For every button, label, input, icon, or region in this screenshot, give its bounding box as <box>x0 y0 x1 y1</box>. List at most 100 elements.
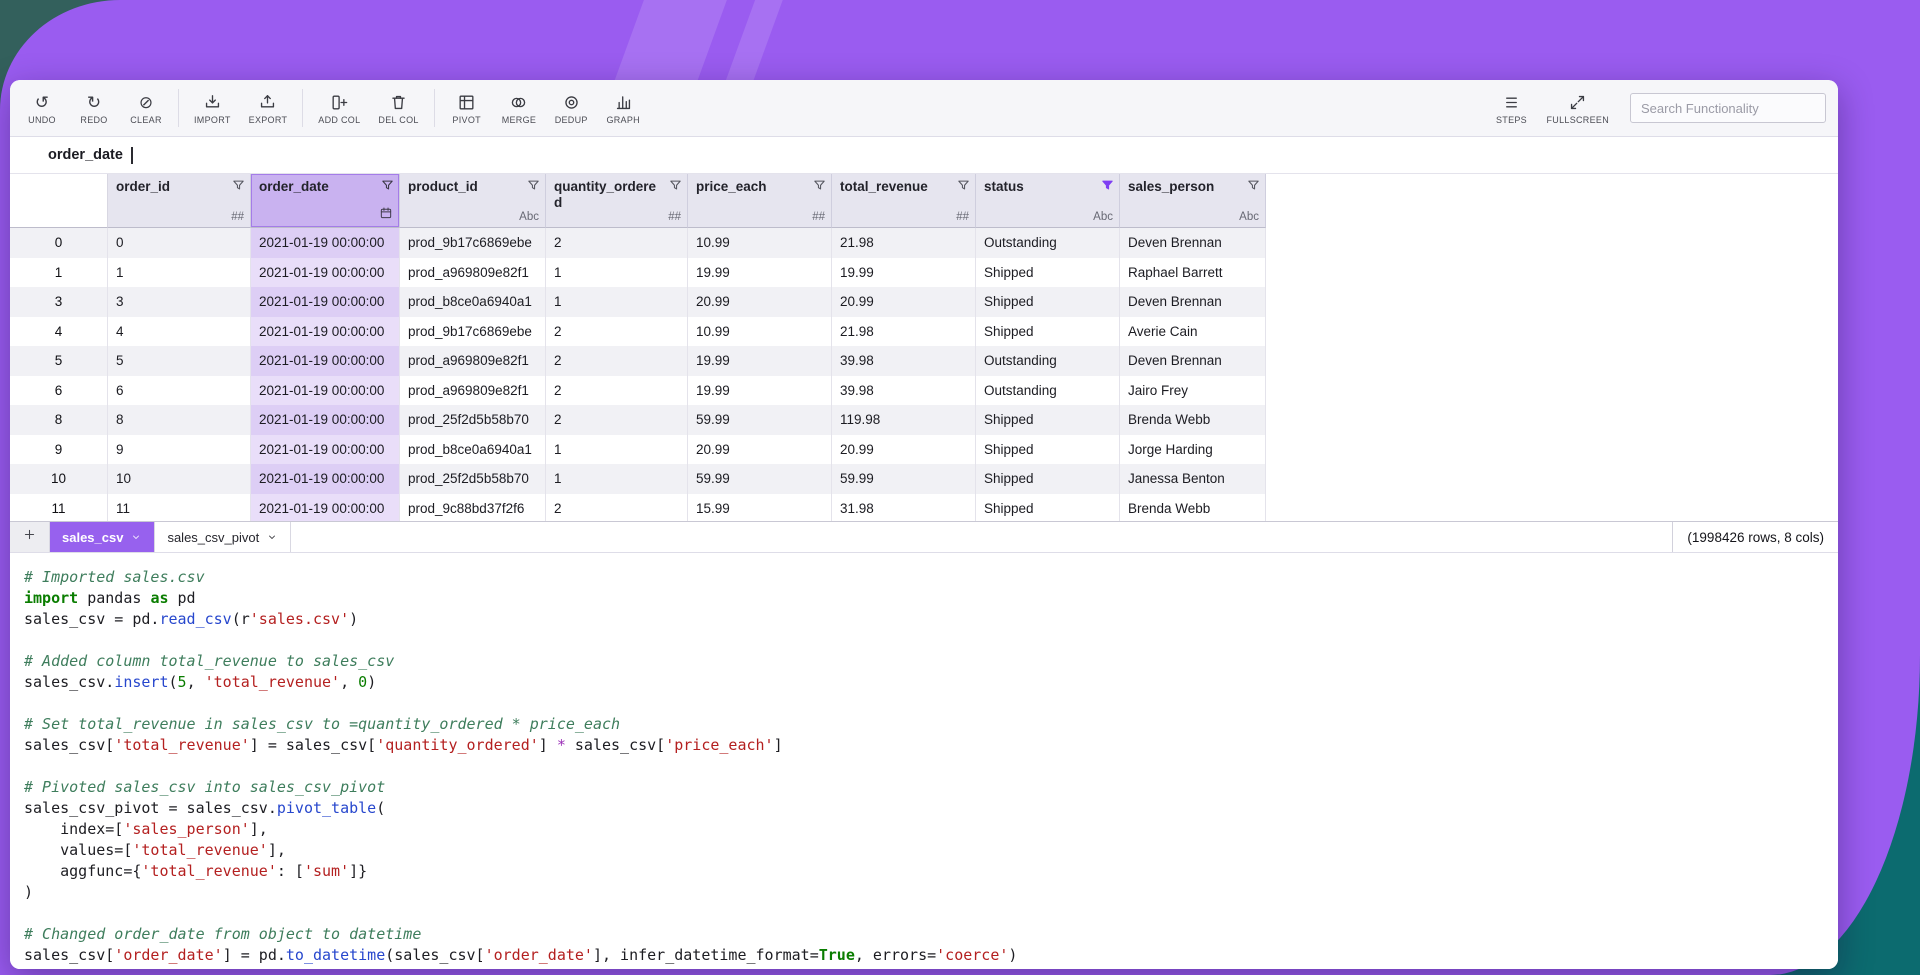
table-cell[interactable]: 9 <box>108 435 251 465</box>
table-cell[interactable]: 5 <box>108 346 251 376</box>
table-cell[interactable]: Shipped <box>976 287 1120 317</box>
column-header-total_revenue[interactable]: total_revenue## <box>832 174 976 228</box>
formula-bar[interactable]: order_date <box>10 137 1838 174</box>
table-cell[interactable]: 21.98 <box>832 317 976 347</box>
row-index[interactable]: 5 <box>10 346 108 376</box>
table-cell[interactable]: 21.98 <box>832 228 976 258</box>
table-cell[interactable]: prod_25f2d5b58b70 <box>400 464 546 494</box>
toolbar-button-import[interactable]: IMPORT <box>185 80 240 136</box>
table-cell[interactable]: Deven Brennan <box>1120 346 1266 376</box>
row-index[interactable]: 10 <box>10 464 108 494</box>
sheet-tab-sales_csv[interactable]: sales_csv <box>50 522 155 552</box>
toolbar-button-undo[interactable]: ↺UNDO <box>16 80 68 136</box>
table-cell[interactable]: Deven Brennan <box>1120 228 1266 258</box>
table-cell[interactable]: prod_9c88bd37f2f6 <box>400 494 546 522</box>
table-cell[interactable]: Jorge Harding <box>1120 435 1266 465</box>
toolbar-button-steps[interactable]: STEPS <box>1485 80 1537 136</box>
table-cell[interactable]: 2 <box>546 228 688 258</box>
table-cell[interactable]: prod_b8ce0a6940a1 <box>400 435 546 465</box>
table-cell[interactable]: prod_25f2d5b58b70 <box>400 405 546 435</box>
table-cell[interactable]: 2021-01-19 00:00:00 <box>251 317 400 347</box>
table-cell[interactable]: 6 <box>108 376 251 406</box>
table-cell[interactable]: Jairo Frey <box>1120 376 1266 406</box>
table-cell[interactable]: Deven Brennan <box>1120 287 1266 317</box>
table-cell[interactable]: 2021-01-19 00:00:00 <box>251 346 400 376</box>
table-cell[interactable]: 1 <box>546 464 688 494</box>
filter-icon[interactable] <box>380 178 395 193</box>
column-header-order_id[interactable]: order_id## <box>108 174 251 228</box>
table-cell[interactable]: 2 <box>546 405 688 435</box>
column-header-price_each[interactable]: price_each## <box>688 174 832 228</box>
filter-icon[interactable] <box>231 178 246 193</box>
table-cell[interactable]: 11 <box>108 494 251 522</box>
table-cell[interactable]: 2 <box>546 494 688 522</box>
table-cell[interactable]: 10.99 <box>688 317 832 347</box>
table-cell[interactable]: Brenda Webb <box>1120 494 1266 522</box>
table-cell[interactable]: 20.99 <box>832 287 976 317</box>
table-cell[interactable]: 8 <box>108 405 251 435</box>
table-cell[interactable]: 2 <box>546 317 688 347</box>
add-sheet-button[interactable] <box>10 522 50 552</box>
table-cell[interactable]: 2021-01-19 00:00:00 <box>251 228 400 258</box>
table-cell[interactable]: Outstanding <box>976 376 1120 406</box>
toolbar-button-export[interactable]: EXPORT <box>240 80 297 136</box>
row-index[interactable]: 6 <box>10 376 108 406</box>
row-index[interactable]: 3 <box>10 287 108 317</box>
filter-icon[interactable] <box>956 178 971 193</box>
table-cell[interactable]: Brenda Webb <box>1120 405 1266 435</box>
row-index[interactable]: 11 <box>10 494 108 522</box>
table-cell[interactable]: 19.99 <box>832 258 976 288</box>
filter-icon[interactable] <box>1100 178 1115 193</box>
table-cell[interactable]: 2021-01-19 00:00:00 <box>251 287 400 317</box>
table-cell[interactable]: prod_b8ce0a6940a1 <box>400 287 546 317</box>
search-input[interactable] <box>1630 93 1826 123</box>
table-cell[interactable]: 2021-01-19 00:00:00 <box>251 464 400 494</box>
table-cell[interactable]: 2 <box>546 346 688 376</box>
table-cell[interactable]: 2021-01-19 00:00:00 <box>251 376 400 406</box>
table-cell[interactable]: 1 <box>546 287 688 317</box>
table-cell[interactable]: Janessa Benton <box>1120 464 1266 494</box>
table-cell[interactable]: 2021-01-19 00:00:00 <box>251 435 400 465</box>
column-header-product_id[interactable]: product_idAbc <box>400 174 546 228</box>
toolbar-button-redo[interactable]: ↻REDO <box>68 80 120 136</box>
table-cell[interactable]: 1 <box>546 435 688 465</box>
toolbar-button-del-col[interactable]: DEL COL <box>369 80 427 136</box>
table-cell[interactable]: 39.98 <box>832 376 976 406</box>
table-cell[interactable]: Shipped <box>976 464 1120 494</box>
table-cell[interactable]: 39.98 <box>832 346 976 376</box>
table-cell[interactable]: 1 <box>108 258 251 288</box>
table-cell[interactable]: 3 <box>108 287 251 317</box>
table-cell[interactable]: prod_9b17c6869ebe <box>400 228 546 258</box>
table-cell[interactable]: 59.99 <box>832 464 976 494</box>
toolbar-button-clear[interactable]: ⊘CLEAR <box>120 80 172 136</box>
table-cell[interactable]: prod_a969809e82f1 <box>400 346 546 376</box>
table-cell[interactable]: 2021-01-19 00:00:00 <box>251 405 400 435</box>
table-cell[interactable]: 10.99 <box>688 228 832 258</box>
table-cell[interactable]: Shipped <box>976 258 1120 288</box>
table-cell[interactable]: 19.99 <box>688 346 832 376</box>
table-cell[interactable]: 2 <box>546 376 688 406</box>
filter-icon[interactable] <box>812 178 827 193</box>
filter-icon[interactable] <box>668 178 683 193</box>
table-cell[interactable]: 20.99 <box>688 287 832 317</box>
row-index[interactable]: 9 <box>10 435 108 465</box>
table-cell[interactable]: 19.99 <box>688 258 832 288</box>
table-cell[interactable]: 20.99 <box>688 435 832 465</box>
filter-icon[interactable] <box>526 178 541 193</box>
toolbar-button-add-col[interactable]: ADD COL <box>309 80 369 136</box>
row-index[interactable]: 0 <box>10 228 108 258</box>
toolbar-button-pivot[interactable]: PIVOT <box>441 80 493 136</box>
table-cell[interactable]: Raphael Barrett <box>1120 258 1266 288</box>
row-index[interactable]: 1 <box>10 258 108 288</box>
table-cell[interactable]: 2021-01-19 00:00:00 <box>251 494 400 522</box>
code-panel[interactable]: # Imported sales.csvimport pandas as pds… <box>10 553 1838 969</box>
table-cell[interactable]: Outstanding <box>976 228 1120 258</box>
column-header-order_date[interactable]: order_date <box>251 174 400 228</box>
toolbar-button-graph[interactable]: GRAPH <box>597 80 649 136</box>
column-header-sales_person[interactable]: sales_personAbc <box>1120 174 1266 228</box>
row-index[interactable]: 8 <box>10 405 108 435</box>
table-cell[interactable]: 19.99 <box>688 376 832 406</box>
table-cell[interactable]: 0 <box>108 228 251 258</box>
sheet-tab-sales_csv_pivot[interactable]: sales_csv_pivot <box>155 522 291 552</box>
table-cell[interactable]: Outstanding <box>976 346 1120 376</box>
